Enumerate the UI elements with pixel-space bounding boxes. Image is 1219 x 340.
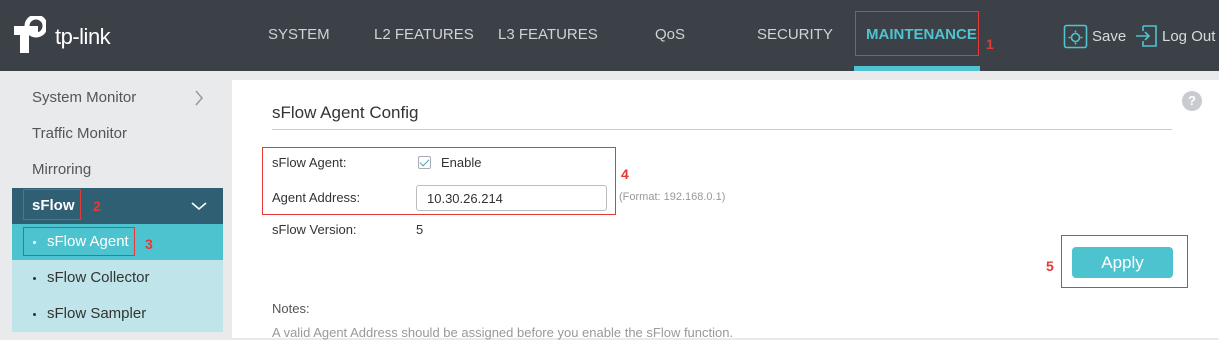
- annotation-box-1: [855, 11, 979, 56]
- annotation-number-5: 5: [1046, 258, 1054, 274]
- annotation-number-2: 2: [93, 198, 101, 214]
- logo-text: tp-link: [55, 24, 111, 49]
- logout-icon: [1136, 25, 1157, 47]
- sflow-version-value: 5: [416, 222, 424, 237]
- title-divider: [272, 129, 1172, 130]
- sidebar-item-label: Traffic Monitor: [32, 125, 128, 142]
- agent-address-format-hint: (Format: 192.168.0.1): [619, 191, 726, 203]
- sidebar-item-label: System Monitor: [32, 89, 137, 106]
- annotation-box-2: [23, 189, 81, 220]
- chevron-down-icon: [191, 202, 207, 211]
- annotation-number-4: 4: [621, 166, 629, 182]
- active-nav-indicator: [854, 66, 980, 71]
- save-label: Save: [1092, 27, 1127, 45]
- chevron-right-icon: [195, 90, 203, 106]
- sidebar-item-traffic-monitor[interactable]: Traffic Monitor: [12, 116, 223, 152]
- bullet-icon: [33, 277, 36, 280]
- nav-l2-features[interactable]: L2 FEATURES: [374, 26, 474, 43]
- nav-qos[interactable]: QoS: [655, 26, 685, 43]
- annotation-box-3: [23, 227, 135, 256]
- sidebar-item-label: Mirroring: [32, 161, 92, 178]
- logout-label: Log Out: [1162, 27, 1216, 45]
- nav-system[interactable]: SYSTEM: [268, 26, 330, 43]
- nav-security[interactable]: SECURITY: [757, 26, 833, 43]
- tp-link-logo: tp-link: [12, 14, 122, 56]
- help-icon[interactable]: ?: [1182, 91, 1202, 111]
- sidebar-item-sflow-sampler[interactable]: sFlow Sampler: [12, 296, 223, 332]
- sidebar-item-label: sFlow Sampler: [47, 305, 147, 322]
- sflow-version-label: sFlow Version:: [272, 222, 357, 237]
- logout-button[interactable]: Log Out: [1134, 24, 1215, 48]
- notes-title: Notes:: [272, 301, 310, 316]
- annotation-box-5: [1061, 235, 1188, 288]
- annotation-number-3: 3: [145, 236, 153, 252]
- sidebar-item-label: sFlow Collector: [47, 269, 150, 286]
- annotation-number-1: 1: [986, 36, 994, 52]
- tp-link-mark-icon: [14, 14, 48, 53]
- nav-l3-features[interactable]: L3 FEATURES: [498, 26, 598, 43]
- top-navigation-bar: tp-link SYSTEM L2 FEATURES L3 FEATURES Q…: [0, 0, 1219, 71]
- gear-save-icon: [1063, 24, 1088, 48]
- save-button[interactable]: Save: [1063, 24, 1126, 48]
- sidebar-item-mirroring[interactable]: Mirroring: [12, 152, 223, 188]
- sidebar-item-system-monitor[interactable]: System Monitor: [12, 80, 223, 116]
- annotation-box-4: [262, 147, 616, 215]
- bullet-icon: [33, 313, 36, 316]
- page-title: sFlow Agent Config: [272, 103, 419, 122]
- sidebar-item-sflow-collector[interactable]: sFlow Collector: [12, 260, 223, 296]
